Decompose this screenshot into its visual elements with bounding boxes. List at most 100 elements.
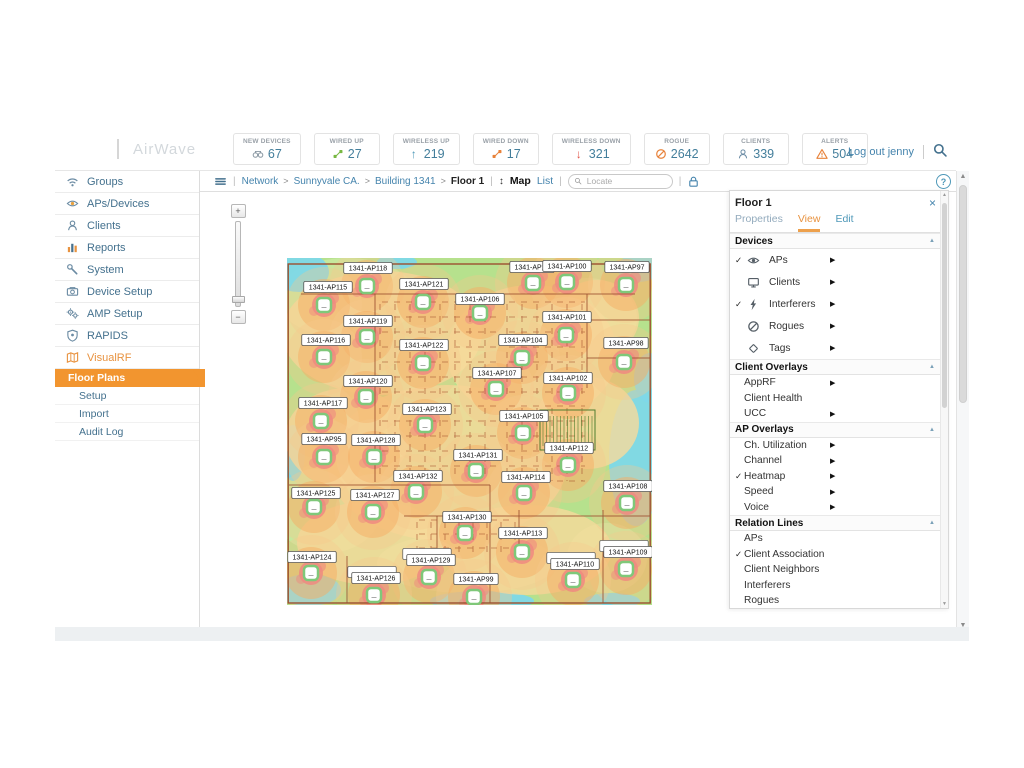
ap-marker[interactable] [515, 351, 529, 365]
scroll-up-icon[interactable]: ▲ [941, 192, 948, 198]
ap-marker[interactable] [489, 382, 503, 396]
ap-label[interactable]: 1341-AP119 [344, 316, 393, 327]
sidebar-item-visualrf[interactable]: VisualRF [55, 347, 199, 369]
ap-marker[interactable] [467, 590, 481, 604]
panel-item-clients[interactable]: Clients▶ [730, 271, 940, 293]
breadcrumb-item[interactable]: Building 1341 [375, 176, 436, 187]
play-icon[interactable]: ▶ [830, 379, 835, 387]
breadcrumb-item[interactable]: Sunnyvale CA. [294, 176, 360, 187]
sidebar-subitem-floor-plans[interactable]: Floor Plans [55, 369, 205, 387]
locate-search-box[interactable] [568, 174, 673, 189]
panel-scroll-thumb[interactable] [942, 203, 947, 408]
ap-label[interactable]: 1341-AP129 [403, 549, 456, 566]
ap-marker[interactable] [566, 573, 580, 587]
play-icon[interactable]: ▶ [830, 256, 835, 264]
play-icon[interactable]: ▶ [830, 300, 835, 308]
status-counter[interactable]: CLIENTS339 [723, 133, 789, 165]
page-scroll-thumb[interactable] [959, 185, 967, 403]
sidebar-subitem-setup[interactable]: Setup [55, 387, 199, 405]
ap-label[interactable]: 1341-AP97 [605, 262, 649, 273]
sidebar-subitem-audit-log[interactable]: Audit Log [55, 423, 199, 441]
ap-label[interactable]: 1341-AP131 [454, 450, 503, 461]
play-icon[interactable]: ▶ [830, 278, 835, 286]
ap-marker[interactable] [561, 458, 575, 472]
ap-label[interactable]: 1341-AP108 [604, 481, 652, 492]
ap-marker[interactable] [317, 298, 331, 312]
play-icon[interactable]: ▶ [830, 503, 835, 511]
locate-input[interactable] [585, 175, 664, 187]
ap-label[interactable]: 1341-AP122 [400, 340, 449, 351]
sidebar-subitem-import[interactable]: Import [55, 405, 199, 423]
ap-marker[interactable] [314, 414, 328, 428]
ap-label[interactable]: 1341-AP124 [288, 552, 337, 563]
collapse-updown-icon[interactable]: ↕ [499, 176, 504, 187]
sidebar-item-clients[interactable]: Clients [55, 215, 199, 237]
ap-label[interactable]: 1341-AP121 [400, 279, 449, 290]
panel-item-ucc[interactable]: UCC▶ [730, 406, 940, 422]
ap-marker[interactable] [559, 328, 573, 342]
ap-label[interactable]: 1341-AP110 [547, 553, 600, 570]
ap-marker[interactable] [367, 588, 381, 602]
section-header-devices[interactable]: Devices▲ [730, 233, 940, 249]
ap-label[interactable]: 1341-AP132 [394, 471, 443, 482]
ap-label[interactable]: 1341-AP116 [302, 335, 351, 346]
ap-marker[interactable] [422, 570, 436, 584]
ap-marker[interactable] [561, 386, 575, 400]
play-icon[interactable]: ▶ [830, 322, 835, 330]
ap-marker[interactable] [317, 450, 331, 464]
ap-label[interactable]: 1341-AP109 [600, 541, 652, 558]
ap-label[interactable]: 1341-AP107 [473, 368, 522, 379]
panel-item-rogues[interactable]: Rogues [730, 593, 940, 607]
page-scrollbar[interactable]: ▲ ▼ [956, 171, 969, 631]
sidebar-item-rapids[interactable]: RAPIDS [55, 325, 199, 347]
ap-label[interactable]: 1341-AP98 [604, 338, 648, 349]
ap-marker[interactable] [367, 450, 381, 464]
sidebar-item-reports[interactable]: Reports [55, 237, 199, 259]
status-counter[interactable]: WIRELESS UP↑219 [393, 133, 460, 165]
search-icon[interactable] [932, 142, 948, 158]
ap-label[interactable]: 1341-AP118 [344, 263, 393, 274]
panel-item-interferers[interactable]: ✓Interferers▶ [730, 293, 940, 315]
ap-marker[interactable] [409, 485, 423, 499]
ap-label[interactable]: 1341-AP128 [352, 435, 401, 446]
status-counter[interactable]: WIRED UP27 [314, 133, 380, 165]
panel-item-ch-utilization[interactable]: Ch. Utilization▶ [730, 438, 940, 454]
ap-marker[interactable] [359, 390, 373, 404]
panel-item-speed[interactable]: Speed▶ [730, 484, 940, 500]
panel-item-heatmap[interactable]: ✓Heatmap▶ [730, 469, 940, 485]
play-icon[interactable]: ▶ [830, 410, 835, 418]
ap-label[interactable]: 1341-AP120 [344, 376, 393, 387]
sidebar-item-amp-setup[interactable]: AMP Setup [55, 303, 199, 325]
panel-item-aps[interactable]: APs [730, 531, 940, 547]
status-counter[interactable]: NEW DEVICES67 [233, 133, 301, 165]
panel-item-channel[interactable]: Channel▶ [730, 453, 940, 469]
breadcrumb-item[interactable]: Network [242, 176, 279, 187]
ap-label[interactable]: 1341-AP112 [545, 443, 594, 454]
ap-label[interactable]: 1341-AP95 [302, 434, 346, 445]
lock-icon[interactable] [687, 175, 700, 188]
section-header-ap-overlays[interactable]: AP Overlays▲ [730, 422, 940, 438]
ap-marker[interactable] [360, 279, 374, 293]
ap-marker[interactable] [526, 276, 540, 290]
map-view-button[interactable]: Map [510, 175, 531, 187]
panel-item-rogues[interactable]: Rogues▶ [730, 315, 940, 337]
zoom-in-button[interactable]: + [231, 204, 246, 218]
ap-marker[interactable] [560, 275, 574, 289]
panel-item-client-health[interactable]: Client Health [730, 391, 940, 407]
status-counter[interactable]: WIRELESS DOWN↓321 [552, 133, 631, 165]
sidebar-item-groups[interactable]: Groups [55, 171, 199, 193]
status-counter[interactable]: WIRED DOWN17 [473, 133, 539, 165]
ap-marker[interactable] [517, 486, 531, 500]
panel-item-tags[interactable]: Tags▶ [730, 337, 940, 359]
ap-marker[interactable] [366, 505, 380, 519]
ap-marker[interactable] [619, 562, 633, 576]
ap-label[interactable]: 1341-AP101 [543, 312, 592, 323]
ap-label[interactable]: 1341-AP99 [454, 574, 498, 585]
ap-label[interactable]: 1341-AP106 [456, 294, 505, 305]
panel-item-voice[interactable]: Voice▶ [730, 500, 940, 516]
ap-label[interactable]: 1341-AP105 [500, 411, 549, 422]
ap-marker[interactable] [317, 350, 331, 364]
ap-marker[interactable] [416, 356, 430, 370]
tab-view[interactable]: View [798, 213, 821, 232]
sidebar-item-system[interactable]: System [55, 259, 199, 281]
